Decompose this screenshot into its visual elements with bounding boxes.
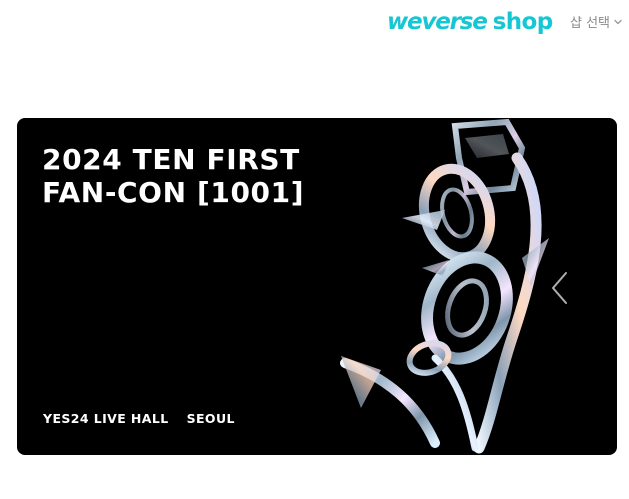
chevron-down-icon	[614, 19, 622, 24]
promo-banner[interactable]: 2024 TEN FIRST FAN-CON [1001] YES24 LIVE…	[17, 118, 617, 455]
banner-venue: YES24 LIVE HALL SEOUL	[43, 411, 235, 426]
venue-name: YES24 LIVE HALL	[43, 411, 169, 426]
banner-title: 2024 TEN FIRST FAN-CON [1001]	[42, 143, 402, 209]
banner-title-line-2: FAN-CON [1001]	[42, 176, 305, 209]
logo-weverse-text: weverse	[387, 9, 488, 35]
venue-city: SEOUL	[186, 411, 235, 426]
chevron-left-icon[interactable]	[549, 271, 571, 305]
shop-select-label: 샵 선택	[570, 16, 611, 31]
weverse-shop-logo[interactable]: weverse shop	[387, 6, 553, 38]
page: weverse shop 샵 선택 2024 TEN FIRST FAN-CON…	[0, 0, 629, 499]
logo-shop-text: shop	[492, 9, 554, 35]
shop-select-dropdown[interactable]: 샵 선택	[570, 12, 623, 31]
banner-title-line-1: 2024 TEN FIRST	[42, 143, 300, 176]
